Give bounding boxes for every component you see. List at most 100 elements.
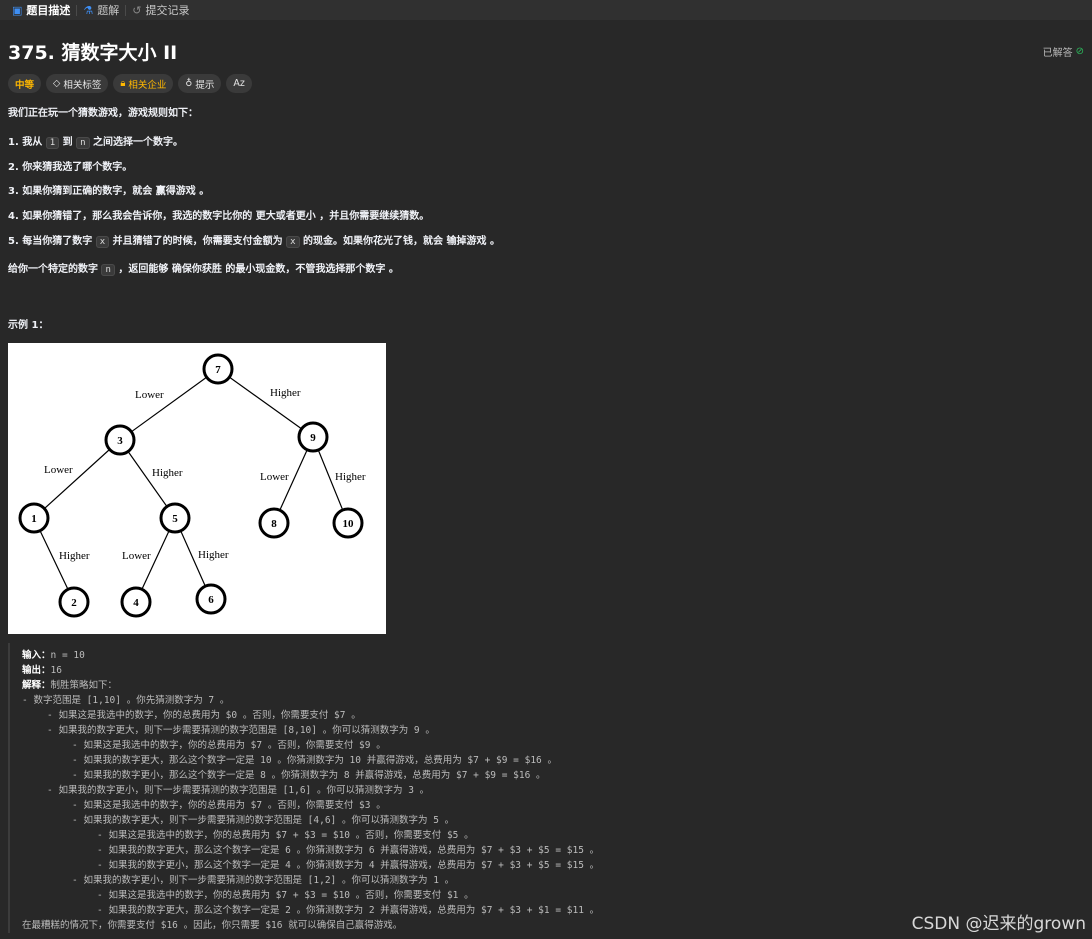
input-value: n = 10 [50,650,85,661]
edge-label-lower: Lower [122,550,151,562]
edge-label-higher: Higher [59,550,90,562]
hints-button[interactable]: ♁ 提示 [178,74,222,93]
lightbulb-icon: ♁ [185,78,193,89]
hints-label: 提示 [195,79,215,91]
explanation-line: 在最糟糕的情况下，你需要支付 $16 。因此，你只需要 $16 就可以确保自己赢… [22,920,403,931]
output-label: 输出： [22,665,51,676]
tab-description[interactable]: ▣ 题目描述 [6,2,76,18]
tab-solutions-label: 题解 [97,4,120,17]
explanation-line: - 数字范围是 [1,10] 。你先猜测数字为 7 。 [22,695,230,706]
explain-line: 解释：制胜策略如下： [22,677,117,691]
node-label: 3 [117,435,123,447]
explanation-line: - 如果我的数字更小，则下一步需要猜测的数字范围是 [1,6] 。你可以猜测数字… [47,785,430,796]
edge-label-higher: Higher [152,467,183,479]
node-label: 9 [310,432,316,444]
example-tree-image: Lower Higher Lower Higher Lower Higher H… [8,343,386,634]
explain-label: 解释： [22,680,51,691]
node-label: 5 [172,513,178,525]
task-part: 给你一个特定的数字 [8,264,102,275]
tag-row: 中等 ◇ 相关标签 🔒︎ 相关企业 ♁ 提示 Az [8,74,252,93]
explanation-line: - 如果这是我选中的数字，你的总费用为 $0 。否则，你需要支付 $7 。 [47,710,361,721]
edge-label-higher: Higher [335,471,366,483]
tree-nodes [18,353,364,618]
input-label: 输入： [22,650,51,661]
rule-text: 5. 每当你猜了数字 [8,236,96,247]
rule-3: 3. 如果你猜到正确的数字，就会 赢得游戏 。 [8,186,210,197]
rule-text: 的现金。如果你花光了钱，就会 输掉游戏 。 [299,236,500,247]
edge-label-lower: Lower [135,389,164,401]
output-line: 输出：16 [22,662,62,676]
edge-label-higher: Higher [270,387,301,399]
node-label: 6 [208,594,214,606]
solved-label: 已解答 [1042,48,1073,59]
rule-5: 5. 每当你猜了数字 x 并且猜错了的时候，你需要支付金额为 x 的现金。如果你… [8,232,500,248]
rule-text: 并且猜错了的时候，你需要支付金额为 [109,236,287,247]
node-label: 4 [133,597,139,609]
task-part: ，返回能够 确保你获胜 的最小现金数，不管我选择那个数字 。 [114,264,399,275]
related-companies-label: 相关企业 [128,79,167,91]
related-tags-button[interactable]: ◇ 相关标签 [46,74,109,93]
explanation-line: - 如果这是我选中的数字，你的总费用为 $7 + $3 = $10 。否则，你需… [97,890,474,901]
edge-label-lower: Lower [44,464,73,476]
tree-edge [217,368,314,438]
edge-label-higher: Higher [198,549,229,561]
difficulty-label: 中等 [15,79,35,91]
rule-text: 之间选择一个数字。 [89,137,184,148]
explanation-line: - 如果我的数字更大，那么这个数字一定是 2 。你猜测数字为 2 并赢得游戏，总… [97,905,600,916]
inline-code: x [286,236,300,248]
rule-text: 1. 我从 [8,137,46,148]
problem-title[interactable]: 375. 猜数字大小 II [8,38,177,65]
check-circle-icon: ⊘ [1075,46,1084,57]
difficulty-badge: 中等 [8,74,42,93]
explanation-line: - 如果我的数字更小，那么这个数字一定是 8 。你猜测数字为 8 并赢得游戏，总… [72,770,546,781]
flask-icon: ⚗ [83,3,94,17]
explanation-line: - 如果我的数字更大，那么这个数字一定是 6 。你猜测数字为 6 并赢得游戏，总… [97,845,600,856]
font-toggle-label: Az [233,78,245,89]
explanation-line: - 如果这是我选中的数字，你的总费用为 $7 。否则，你需要支付 $3 。 [72,800,386,811]
inline-code: 1 [45,137,60,149]
explanation-line: - 如果我的数字更大，那么这个数字一定是 10 。你猜测数字为 10 并赢得游戏… [72,755,557,766]
explanation-line: - 如果我的数字更大，则下一步需要猜测的数字范围是 [8,10] 。你可以猜测数… [47,725,435,736]
explain-value: 制胜策略如下： [50,680,118,691]
tag-icon: ◇ [53,78,61,89]
explanation-line: - 如果这是我选中的数字，你的总费用为 $7 + $3 = $10 。否则，你需… [97,830,474,841]
lock-icon: 🔒︎ [120,78,126,89]
node-label: 2 [71,597,77,609]
edge-label-lower: Lower [260,471,289,483]
tab-description-label: 题目描述 [26,4,71,17]
node-label: 10 [343,518,355,530]
history-icon: ↺ [132,3,142,17]
font-toggle-button[interactable]: Az [226,74,252,93]
output-value: 16 [50,665,62,676]
title-row: 375. 猜数字大小 II 已解答 ⊘ [8,38,1084,65]
rule-2: 2. 你来猜我选了哪个数字。 [8,162,133,173]
node-labels: 7 3 9 1 5 8 10 2 4 6 [31,364,354,609]
tree-edge [33,439,121,519]
edge-labels: Lower Higher Lower Higher Lower Higher H… [44,387,366,562]
inline-code: n [101,264,115,276]
solved-status: 已解答 ⊘ [1043,44,1084,59]
tab-bar: ▣ 题目描述 ⚗ 题解 ↺ 提交记录 [0,0,1092,20]
example-title: 示例 1： [8,320,49,331]
intro-text: 我们正在玩一个猜数游戏，游戏规则如下： [8,108,198,119]
rule-4: 4. 如果你猜错了，那么我会告诉你，我选的数字比你的 更大或者更小 ，并且你需要… [8,211,430,222]
rule-text: 到 [59,137,77,148]
input-line: 输入：n = 10 [22,647,85,661]
explanation-line: - 如果这是我选中的数字，你的总费用为 $7 。否则，你需要支付 $9 。 [72,740,386,751]
explanation-line: - 如果我的数字更小，则下一步需要猜测的数字范围是 [1,2] 。你可以猜测数字… [72,875,455,886]
tab-submissions-label: 提交记录 [145,4,190,17]
rule-1: 1. 我从 1 到 n 之间选择一个数字。 [8,133,184,149]
tree-edges [33,368,349,603]
tab-submissions[interactable]: ↺ 提交记录 [126,2,195,18]
inline-code: n [76,137,90,149]
inline-code: x [95,236,110,248]
explanation-line: - 如果我的数字更大，则下一步需要猜测的数字范围是 [4,6] 。你可以猜测数字… [72,815,455,826]
task-text: 给你一个特定的数字 n ，返回能够 确保你获胜 的最小现金数，不管我选择那个数字… [8,260,399,276]
tab-solutions[interactable]: ⚗ 题解 [77,2,125,18]
tree-edge [119,368,219,441]
watermark: CSDN @迟来的grown [911,914,1086,934]
node-label: 8 [271,518,277,530]
description-icon: ▣ [12,3,23,17]
node-label: 7 [215,364,221,376]
related-companies-button[interactable]: 🔒︎ 相关企业 [113,74,174,93]
